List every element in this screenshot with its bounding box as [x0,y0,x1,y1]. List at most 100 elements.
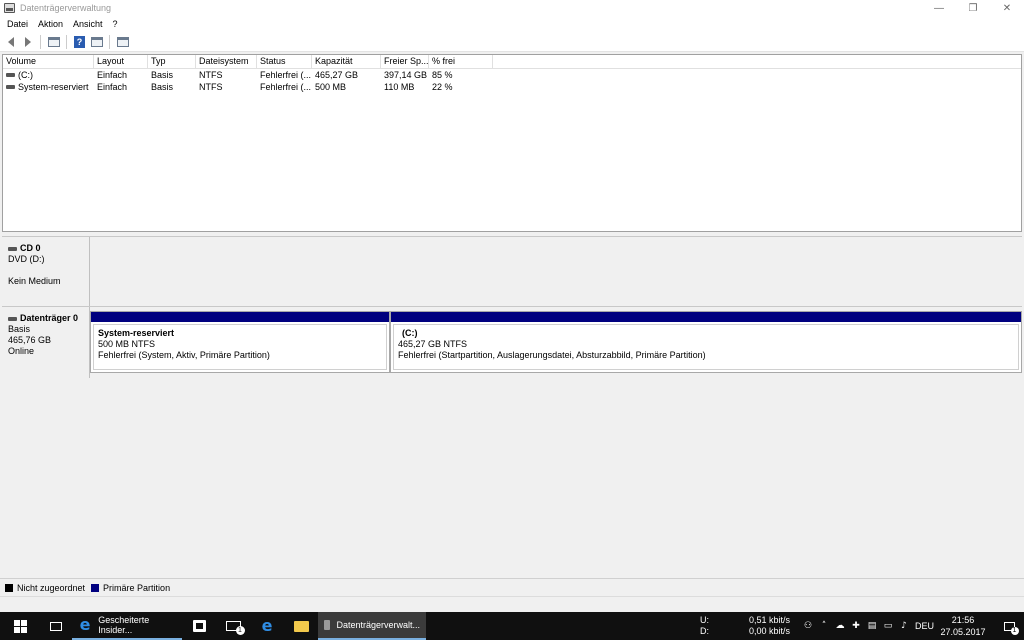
volume-name: (C:) [18,70,33,80]
dateisystem-cell: NTFS [199,82,223,92]
table-row[interactable]: (C:) Einfach Basis NTFS Fehlerfrei (... … [3,69,1021,81]
battery-icon[interactable]: ▭ [883,621,893,631]
typ-cell: Basis [151,70,174,80]
taskbar-app-edge-window[interactable]: e Gescheiterte Insider... [72,612,182,640]
prozent-frei-cell: 85 % [432,70,453,80]
cd-media-area[interactable] [90,237,1022,306]
menu-aktion[interactable]: Aktion [33,19,68,29]
layout-cell: Einfach [97,70,128,80]
folder-icon [293,620,309,632]
column-header-dateisystem[interactable]: Dateisystem [196,55,257,69]
column-header-status[interactable]: Status [257,55,312,69]
volume-icon[interactable]: ♪ [899,621,909,631]
help-button[interactable]: ? [72,34,87,49]
kapazitaet-cell: 465,27 GB [315,70,359,80]
primary-partition-bar [391,312,1021,322]
taskbar-explorer[interactable] [284,612,318,640]
disk0-partitions: System-reserviert 500 MB NTFS Fehlerfrei… [90,307,1022,378]
partition-name: (C:) [402,328,418,338]
disk-name-row: CD 0 [8,243,89,254]
upload-value: 0,51 kbit/s [748,615,790,625]
task-view-button[interactable] [40,612,72,640]
window-title: Datenträgerverwaltung [20,3,112,13]
legend-item-primary: Primäre Partition [91,583,170,593]
toolbar-separator [109,34,110,49]
window-controls: — ❐ ✕ [922,0,1024,16]
taskbar-app-disk-management[interactable]: Datenträgerverwalt... [318,612,426,640]
column-header-freier-speicher[interactable]: Freier Sp... [381,55,429,69]
close-button[interactable]: ✕ [990,0,1024,16]
title-bar: Datenträgerverwaltung — ❐ ✕ [0,0,1024,16]
arrow-left-icon [7,36,14,47]
column-header-prozent-frei[interactable]: % frei [429,55,493,69]
status-bar [0,596,1024,612]
clock-date: 27.05.2017 [940,627,986,637]
properties-icon [90,36,103,47]
clock[interactable]: 21:56 27.05.2017 [937,613,989,639]
disk-label-cd0[interactable]: CD 0 DVD (D:) Kein Medium [2,237,90,306]
status-cell: Fehlerfrei (... [260,70,312,80]
toolbar-separator [40,34,41,49]
taskbar-store[interactable] [182,612,216,640]
download-value: 0,00 kbit/s [748,626,790,636]
arrow-right-icon [24,36,31,47]
volume-list: Volume Layout Typ Dateisystem Status Kap… [2,54,1022,232]
windows-logo-icon [13,619,27,633]
show-hidden-icons-icon[interactable]: ˄ [819,621,829,631]
security-icon[interactable]: ✚ [851,621,861,631]
language-indicator[interactable]: DEU [915,621,934,631]
network-icon[interactable]: ▤ [867,621,877,631]
table-row[interactable]: System-reserviert Einfach Basis NTFS Feh… [3,81,1021,93]
show-hide-console-tree-button[interactable] [46,34,61,49]
people-icon[interactable]: ⚇ [803,621,813,631]
volume-name: System-reserviert [18,82,89,92]
disk-size: 465,76 GB [8,335,52,345]
column-header-typ[interactable]: Typ [148,55,196,69]
disk-row-cd0: CD 0 DVD (D:) Kein Medium [2,236,1022,306]
volume-cell: (C:) [3,69,94,81]
taskbar-app-label: Datenträgerverwalt... [336,620,420,630]
cd-drive-icon [8,246,17,251]
freier-speicher-cell: 110 MB [384,82,415,92]
onedrive-icon[interactable]: ☁ [835,621,845,631]
disk-management-icon [324,620,331,630]
action-pane-button[interactable] [115,34,130,49]
menu-ansicht[interactable]: Ansicht [68,19,108,29]
forward-button[interactable] [20,34,35,49]
menu-datei[interactable]: Datei [2,19,33,29]
status-cell: Fehlerfrei (... [260,82,312,92]
menu-help[interactable]: ? [108,19,123,29]
volume-cell: System-reserviert [3,81,94,93]
legend-label: Nicht zugeordnet [17,582,86,593]
back-button[interactable] [3,34,18,49]
action-center-button[interactable]: 1 [994,612,1024,640]
toolbar: ? [0,32,1024,52]
partition-size: 465,27 GB NTFS [398,339,468,349]
minimize-button[interactable]: — [922,0,956,16]
hard-disk-icon [8,316,17,321]
legend-swatch-unallocated [5,583,13,592]
partition-c[interactable]: (C:) 465,27 GB NTFS Fehlerfrei (Startpar… [390,311,1022,373]
disk-type: DVD (D:) [8,254,45,264]
taskbar-edge[interactable]: e [250,612,284,640]
properties-button[interactable] [89,34,104,49]
mail-badge: 1 [235,626,245,635]
notification-badge: 1 [1010,626,1019,635]
column-header-kapazitaet[interactable]: Kapazität [312,55,381,69]
disk-name: Datenträger 0 [20,313,79,323]
notification-icon: 1 [1003,621,1019,635]
column-header-volume[interactable]: Volume [3,55,94,69]
legend-label: Primäre Partition [103,582,171,593]
taskbar-mail[interactable]: 1 [216,612,250,640]
disk-row-disk0: Datenträger 0 Basis 465,76 GB Online Sys… [2,306,1022,378]
drive-icon [6,85,15,89]
disk-size [8,265,89,276]
restore-button[interactable]: ❐ [956,0,990,16]
action-pane-icon [116,36,129,47]
partition-info: System-reserviert 500 MB NTFS Fehlerfrei… [93,324,387,370]
disk-label-disk0[interactable]: Datenträger 0 Basis 465,76 GB Online [2,307,90,378]
column-header-layout[interactable]: Layout [94,55,148,69]
start-button[interactable] [0,612,40,640]
partition-system-reserviert[interactable]: System-reserviert 500 MB NTFS Fehlerfrei… [90,311,390,373]
disk-status: Kein Medium [8,276,61,286]
